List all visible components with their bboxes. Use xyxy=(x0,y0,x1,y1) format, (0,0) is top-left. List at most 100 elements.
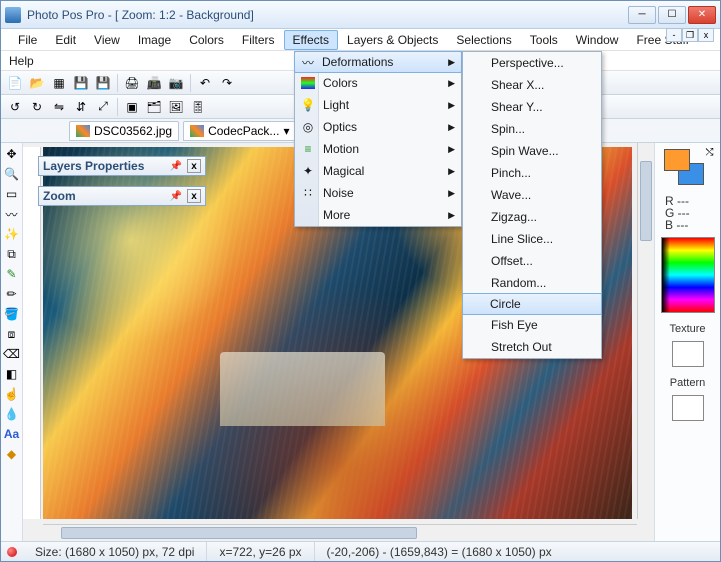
menu-label: Magical xyxy=(323,164,364,178)
close-icon[interactable]: x xyxy=(187,159,201,173)
separator xyxy=(117,74,118,92)
menu-motion[interactable]: ≡ Motion ▶ xyxy=(295,138,461,160)
clone-tool-icon[interactable]: ⧈ xyxy=(3,325,21,343)
menu-help[interactable]: Help xyxy=(9,51,43,71)
flip-v-icon[interactable]: ⇵ xyxy=(71,97,91,117)
camera-icon[interactable]: 📷 xyxy=(166,73,186,93)
menu-zigzag[interactable]: Zigzag... xyxy=(463,206,601,228)
saveall-icon[interactable]: 💾 xyxy=(93,73,113,93)
resize-icon[interactable]: ⤢ xyxy=(93,97,113,117)
scrollbar-vertical[interactable] xyxy=(637,143,654,519)
menu-view[interactable]: View xyxy=(85,30,129,50)
menu-lineslice[interactable]: Line Slice... xyxy=(463,228,601,250)
pencil-tool-icon[interactable]: ✏ xyxy=(3,285,21,303)
save-icon[interactable]: 💾 xyxy=(71,73,91,93)
tab-doc1[interactable]: DSC03562.jpg xyxy=(69,121,179,141)
menu-more[interactable]: More ▶ xyxy=(295,204,461,226)
menu-random[interactable]: Random... xyxy=(463,272,601,294)
eraser-tool-icon[interactable]: ⌫ xyxy=(3,345,21,363)
grid-icon[interactable]: ▦ xyxy=(49,73,69,93)
adjust-icon[interactable]: 🎚 xyxy=(188,97,208,117)
eyedropper-tool-icon[interactable]: 💧 xyxy=(3,405,21,423)
menu-spin[interactable]: Spin... xyxy=(463,118,601,140)
crop-icon[interactable]: ▣ xyxy=(122,97,142,117)
tab-doc2[interactable]: CodecPack... ▾ xyxy=(183,121,296,141)
layers-icon[interactable]: 🗂 xyxy=(144,97,164,117)
new-icon[interactable]: 📄 xyxy=(5,73,25,93)
menu-fisheye[interactable]: Fish Eye xyxy=(463,314,601,336)
menu-colors[interactable]: Colors xyxy=(180,30,233,50)
color-swatches[interactable]: ⤭ xyxy=(664,149,712,189)
rotate-right-icon[interactable]: ↻ xyxy=(27,97,47,117)
scan-icon[interactable]: 📠 xyxy=(144,73,164,93)
menu-shearx[interactable]: Shear X... xyxy=(463,74,601,96)
open-icon[interactable]: 📂 xyxy=(27,73,47,93)
menu-window[interactable]: Window xyxy=(567,30,628,50)
menu-sheary[interactable]: Shear Y... xyxy=(463,96,601,118)
menu-selections[interactable]: Selections xyxy=(447,30,520,50)
menu-label: Random... xyxy=(491,276,546,290)
menu-light[interactable]: 💡 Light ▶ xyxy=(295,94,461,116)
scrollbar-thumb[interactable] xyxy=(61,527,417,539)
menu-layers[interactable]: Layers & Objects xyxy=(338,30,447,50)
redo-icon[interactable]: ↷ xyxy=(217,73,237,93)
move-tool-icon[interactable]: ✥ xyxy=(3,145,21,163)
layers-panel-header[interactable]: Layers Properties 📌 x xyxy=(38,156,206,176)
flip-h-icon[interactable]: ⇋ xyxy=(49,97,69,117)
menu-offset[interactable]: Offset... xyxy=(463,250,601,272)
swap-colors-icon[interactable]: ⤭ xyxy=(706,147,714,158)
color-picker[interactable] xyxy=(661,237,715,313)
menu-spinwave[interactable]: Spin Wave... xyxy=(463,140,601,162)
crop-tool-icon[interactable]: ⧉ xyxy=(3,245,21,263)
menu-pinch[interactable]: Pinch... xyxy=(463,162,601,184)
menu-edit[interactable]: Edit xyxy=(46,30,85,50)
menu-colors-fx[interactable]: Colors ▶ xyxy=(295,72,461,94)
close-icon[interactable]: x xyxy=(187,189,201,203)
menu-wave[interactable]: Wave... xyxy=(463,184,601,206)
fill-tool-icon[interactable]: 🪣 xyxy=(3,305,21,323)
mdi-restore-button[interactable]: ❐ xyxy=(682,28,698,42)
menu-tools[interactable]: Tools xyxy=(521,30,567,50)
mdi-close-button[interactable]: x xyxy=(698,28,714,42)
scrollbar-horizontal[interactable] xyxy=(43,524,637,541)
smudge-tool-icon[interactable]: ☝ xyxy=(3,385,21,403)
print-icon[interactable]: 🖨 xyxy=(122,73,142,93)
menu-file[interactable]: File xyxy=(9,30,46,50)
menu-stretch[interactable]: Stretch Out xyxy=(463,336,601,358)
marquee-tool-icon[interactable]: ▭ xyxy=(3,185,21,203)
menu-deformations[interactable]: 〰 Deformations ▶ xyxy=(294,51,462,73)
gradient-tool-icon[interactable]: ◧ xyxy=(3,365,21,383)
text-tool-icon[interactable]: Aa xyxy=(3,425,21,443)
pin-icon[interactable]: 📌 xyxy=(169,159,183,173)
shape-tool-icon[interactable]: ◆ xyxy=(3,445,21,463)
foreground-color-swatch[interactable] xyxy=(664,149,690,171)
menu-label: Circle xyxy=(490,297,521,311)
texture-swatch[interactable] xyxy=(672,341,704,367)
wand-tool-icon[interactable]: ✨ xyxy=(3,225,21,243)
tab-overflow-icon: ▾ xyxy=(283,124,289,138)
toolbox: ✥ 🔍 ▭ 〰 ✨ ⧉ ✎ ✏ 🪣 ⧈ ⌫ ◧ ☝ 💧 Aa ◆ xyxy=(1,143,23,541)
zoom-panel-header[interactable]: Zoom 📌 x xyxy=(38,186,206,206)
rotate-left-icon[interactable]: ↺ xyxy=(5,97,25,117)
pattern-swatch[interactable] xyxy=(672,395,704,421)
close-button[interactable]: ✕ xyxy=(688,6,716,24)
menu-magical[interactable]: ✦ Magical ▶ xyxy=(295,160,461,182)
tab-label: DSC03562.jpg xyxy=(94,124,172,138)
menu-filters[interactable]: Filters xyxy=(233,30,284,50)
lasso-tool-icon[interactable]: 〰 xyxy=(3,205,21,223)
menu-perspective[interactable]: Perspective... xyxy=(463,52,601,74)
mdi-minimize-button[interactable]: - xyxy=(666,28,682,42)
zoom-tool-icon[interactable]: 🔍 xyxy=(3,165,21,183)
scrollbar-thumb[interactable] xyxy=(640,161,652,241)
minimize-button[interactable]: ─ xyxy=(628,6,656,24)
brush-tool-icon[interactable]: ✎ xyxy=(3,265,21,283)
pin-icon[interactable]: 📌 xyxy=(169,189,183,203)
menu-optics[interactable]: ◎ Optics ▶ xyxy=(295,116,461,138)
menu-effects[interactable]: Effects xyxy=(284,30,338,50)
menu-circle[interactable]: Circle xyxy=(462,293,602,315)
image-icon[interactable]: 🖼 xyxy=(166,97,186,117)
undo-icon[interactable]: ↶ xyxy=(195,73,215,93)
maximize-button[interactable]: ☐ xyxy=(658,6,686,24)
menu-noise[interactable]: ∷ Noise ▶ xyxy=(295,182,461,204)
menu-image[interactable]: Image xyxy=(129,30,180,50)
